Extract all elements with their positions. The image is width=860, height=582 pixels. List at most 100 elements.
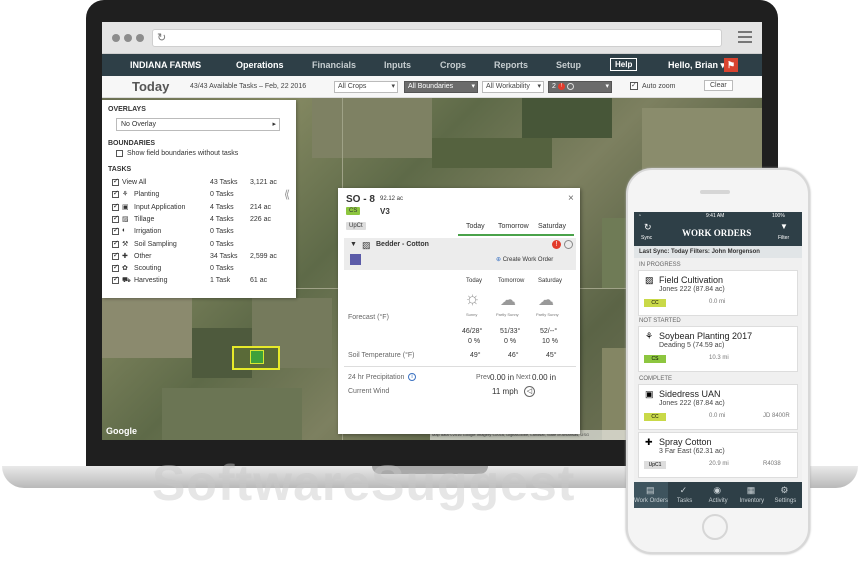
forecast-day-saturday: Saturday (538, 278, 563, 284)
soil-icon: ⚒ (122, 240, 129, 248)
task-row[interactable]: ✿ Scouting 0 Tasks (112, 263, 288, 276)
nav-financials[interactable]: Financials (312, 60, 356, 70)
auto-zoom-checkbox[interactable]: ✓ (630, 82, 638, 90)
task-row[interactable]: ▨ Tillage 4 Tasks 226 ac (112, 214, 288, 227)
harvest-icon: ⛟ (122, 277, 131, 285)
day-saturday: Saturday (538, 223, 567, 230)
close-icon[interactable]: × (568, 193, 574, 204)
task-row[interactable]: ◐ Irrigation 0 Tasks (112, 226, 288, 239)
phone-title: WORK ORDERS (682, 228, 752, 238)
work-order-title: Soybean Planting 2017 (659, 331, 753, 341)
tab-activity[interactable]: ◉ Activity (701, 482, 735, 508)
boundaries-checkbox[interactable] (116, 150, 123, 157)
crop-stage: V3 (380, 207, 390, 216)
boundaries-select[interactable]: All Boundaries ▾ (404, 81, 478, 93)
clock-icon (564, 240, 573, 249)
tasks-title: TASKS (108, 166, 132, 173)
task-row[interactable]: ⚘ Planting 0 Tasks (112, 189, 288, 202)
task-checkbox[interactable] (112, 251, 119, 260)
prev-value: 0.00 in (490, 373, 515, 382)
window-zoom-dot[interactable] (136, 34, 144, 42)
task-checkbox[interactable] (112, 263, 119, 273)
task-checkbox[interactable] (112, 214, 119, 223)
task-label: Planting (134, 191, 160, 199)
task-row[interactable]: View All 43 Tasks 3,121 ac (112, 177, 288, 190)
expand-icon[interactable]: ▼ (350, 241, 357, 248)
nav-operations[interactable]: Operations (236, 60, 284, 70)
cond-saturday: Partly Sunny (536, 312, 559, 317)
forecast-day-tomorrow: Tomorrow (498, 278, 525, 284)
work-order-card[interactable]: ▣ Sidedress UAN Jones 222 (87.84 ac) CC 0.0 … (638, 384, 798, 430)
field-acres: 92.12 ac (380, 196, 404, 202)
task-count: 0 Tasks (210, 240, 234, 248)
address-bar[interactable]: ↻ (152, 29, 722, 47)
task-row[interactable]: ▼ ▨ Bedder - Cotton ! ⊕ Create Work Orde… (344, 238, 576, 270)
app-navbar: INDIANA FARMS Operations Financials Inpu… (102, 54, 762, 76)
task-count: 1 Task (210, 277, 231, 285)
nav-reports[interactable]: Reports (494, 60, 528, 70)
tab-settings[interactable]: ⚙ Settings (768, 482, 802, 508)
tillage-icon: ▨ (362, 240, 371, 250)
notification-icon[interactable]: ⚑ (724, 58, 738, 72)
gear-icon: ⚙ (780, 485, 789, 495)
next-value: 0.00 in (532, 373, 557, 382)
task-checkbox[interactable] (112, 226, 119, 236)
field-name: SO - 8 (346, 194, 375, 205)
field-task-marker[interactable] (250, 350, 264, 364)
nav-crops[interactable]: Crops (440, 60, 466, 70)
workability-select[interactable]: All Workability ▾ (482, 81, 544, 93)
workability-bar (458, 234, 574, 236)
crops-select[interactable]: All Crops ▾ (334, 81, 398, 93)
task-checkbox[interactable] (112, 189, 119, 199)
create-work-order-button[interactable]: ⊕ Create Work Order (496, 256, 553, 263)
tab-work-orders[interactable]: ▤ Work Orders (634, 482, 668, 508)
task-label: Soil Sampling (134, 240, 177, 248)
task-row[interactable]: ⚒ Soil Sampling 0 Tasks (112, 239, 288, 252)
overlay-select[interactable]: No Overlay ▸ (116, 118, 280, 131)
collapse-panel-icon[interactable]: ⟪ (284, 188, 290, 201)
nav-inputs[interactable]: Inputs (384, 60, 411, 70)
task-row[interactable]: ▣ Input Application 4 Tasks 214 ac (112, 202, 288, 215)
work-order-distance: 0.0 mi (709, 299, 726, 305)
boundaries-title: BOUNDARIES (108, 140, 156, 147)
info-icon[interactable]: i (408, 373, 416, 381)
planting-icon: ⚘ (122, 191, 129, 199)
work-order-card[interactable]: ▨ Field Cultivation Jones 222 (87.84 ac) CC… (638, 270, 798, 316)
window-close-dot[interactable] (112, 34, 120, 42)
work-order-card[interactable]: ⚘ Soybean Planting 2017 Deading 5 (74.59 a… (638, 326, 798, 372)
clear-button[interactable]: Clear (704, 80, 733, 91)
overlays-title: OVERLAYS (108, 106, 146, 113)
wind-label: Current Wind (348, 388, 390, 395)
tab-tasks[interactable]: ✓ Tasks (668, 482, 702, 508)
pct-tomorrow: 0 % (504, 338, 517, 345)
task-area: 2,599 ac (250, 252, 277, 260)
work-order-type-icon: ✚ (645, 437, 653, 447)
task-row[interactable]: ⛟Harvesting 1 Task 61 ac (112, 275, 288, 288)
task-checkbox[interactable] (112, 177, 119, 186)
reload-icon[interactable]: ↻ (157, 32, 166, 44)
status-select[interactable]: 2 ! ▾ (548, 81, 612, 93)
sync-icon[interactable]: ↻ (644, 222, 652, 233)
crop-badge: CS (644, 355, 666, 363)
window-minimize-dot[interactable] (124, 34, 132, 42)
task-label: Scouting (134, 265, 162, 273)
filter-icon[interactable]: ▼ (780, 222, 788, 231)
task-checkbox[interactable] (112, 202, 119, 211)
sun-icon: ☼ (464, 288, 481, 308)
equipment-icon (350, 254, 361, 265)
soil-temp-label: Soil Temperature (°F) (348, 352, 415, 359)
task-checkbox[interactable] (112, 275, 119, 285)
user-menu[interactable]: Hello, Brian ▾ (668, 60, 725, 71)
phone-home-button[interactable] (702, 514, 728, 540)
work-order-card[interactable]: ✚ Spray Cotton 3 Far East (62.31 ac) UpC1 20… (638, 432, 798, 478)
tab-inventory[interactable]: ▦ Inventory (735, 482, 769, 508)
cond-today: Sunny (466, 312, 478, 317)
nav-setup[interactable]: Setup (556, 60, 581, 70)
task-label: View All (122, 179, 147, 186)
task-row[interactable]: ✚ Other 34 Tasks 2,599 ac (112, 251, 288, 264)
upct-badge: UpCt (346, 222, 366, 230)
work-order-distance: 20.9 mi (709, 461, 729, 467)
help-button[interactable]: Help (610, 58, 638, 71)
task-checkbox[interactable] (112, 239, 119, 248)
hamburger-menu-icon[interactable] (738, 31, 752, 46)
